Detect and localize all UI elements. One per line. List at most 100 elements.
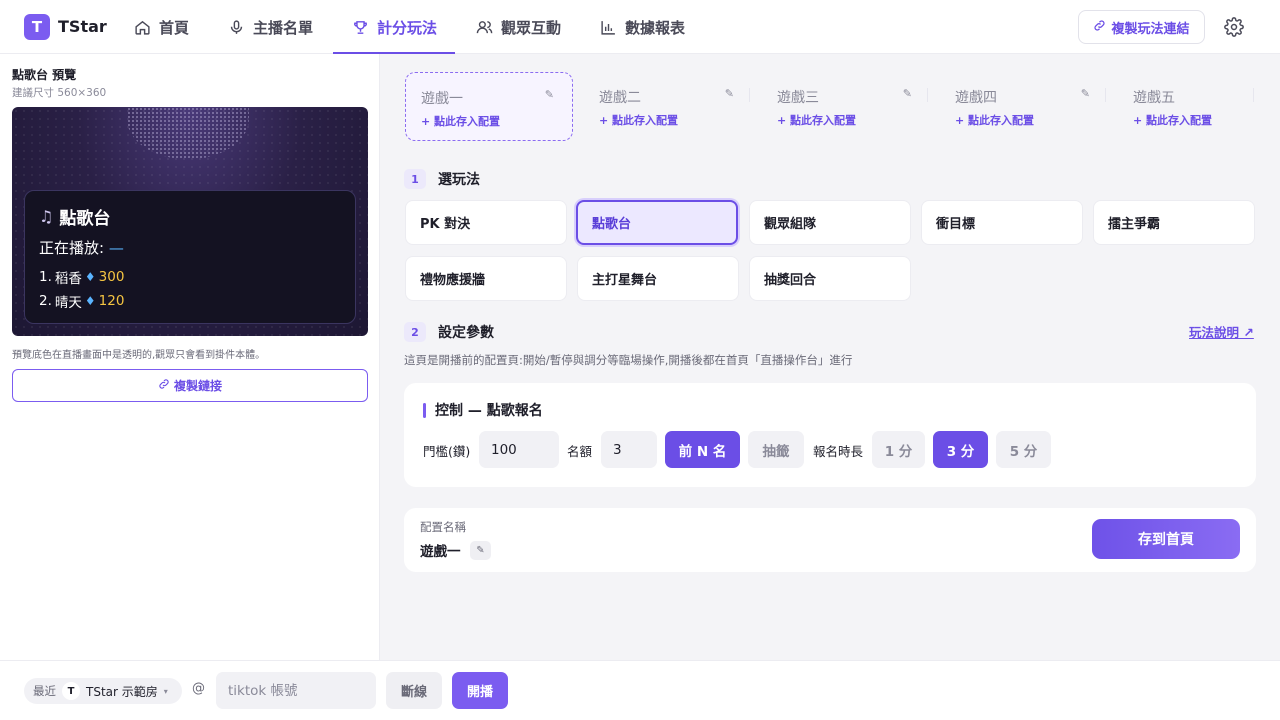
duration-5-button[interactable]: 5 分 (996, 431, 1051, 468)
link-icon (158, 378, 170, 393)
microphone-icon (227, 18, 245, 36)
duration-3-button[interactable]: 3 分 (933, 431, 988, 468)
app-logo[interactable]: T (24, 14, 50, 40)
duration-1-button[interactable]: 1 分 (872, 431, 925, 468)
duration-label: 報名時長 (813, 444, 864, 459)
nav-streamers-label: 主播名單 (253, 18, 314, 37)
mode-lottery[interactable]: 抽獎回合 (749, 256, 911, 301)
preview-title: 點歌台 預覽 (12, 68, 77, 82)
diamond-icon: ♦ (84, 294, 96, 308)
config-hint: 這頁是開播前的配置頁:開始/暫停與調分等臨場操作,開播後都在首頁「直播操作台」進… (404, 353, 853, 367)
pencil-icon[interactable]: ✎ (903, 87, 912, 100)
mode-king-of-hill[interactable]: 擂主爭霸 (1093, 200, 1255, 245)
copy-link-button[interactable]: 複製鏈接 (12, 369, 368, 402)
gear-icon[interactable] (1224, 17, 1244, 37)
nav-audience-label: 觀眾互動 (501, 18, 562, 37)
save-slot-3[interactable]: 遊戲三 ✎ + 點此存入配置 (762, 72, 930, 141)
at-icon: @ (192, 681, 205, 696)
bar-chart-icon (599, 18, 617, 36)
users-icon (475, 18, 493, 36)
go-live-button[interactable]: 開播 (452, 672, 508, 709)
now-playing: 正在播放: — (39, 237, 124, 258)
now-playing-value: — (108, 239, 124, 257)
mode-gift-wall[interactable]: 禮物應援牆 (405, 256, 567, 301)
widget-title: ♫ 點歌台 (39, 204, 110, 229)
queue-rank: 1. (39, 269, 52, 285)
room-name: TStar 示範房 (86, 684, 158, 699)
save-slot-2[interactable]: 遊戲二 ✎ + 點此存入配置 (584, 72, 752, 141)
step-number: 2 (404, 322, 426, 342)
mode-goal-rush[interactable]: 衝目標 (921, 200, 1083, 245)
save-to-home-button[interactable]: 存到首頁 (1092, 519, 1240, 559)
queue-gems: 300 (98, 269, 125, 285)
mode-audience-team[interactable]: 觀眾組隊 (749, 200, 911, 245)
chevron-down-icon: ▾ (163, 686, 168, 696)
config-content: 遊戲一 ✎ + 點此存入配置 遊戲二 ✎ + 點此存入配置 遊戲三 ✎ + 點此… (380, 54, 1280, 660)
queue-rank: 2. (39, 293, 52, 309)
control-title: 控制 — 點歌報名 (423, 400, 543, 420)
nav-streamers[interactable]: 主播名單 (227, 0, 313, 54)
config-name-label: 配置名稱 (420, 520, 466, 534)
tiktok-account-input[interactable] (216, 672, 376, 709)
nav-reports[interactable]: 數據報表 (599, 0, 685, 54)
play-guide-link[interactable]: 玩法說明 ↗ (1189, 322, 1254, 341)
nav-home-label: 首頁 (159, 18, 190, 37)
copy-play-link-button[interactable]: 複製玩法連結 (1078, 10, 1205, 44)
pencil-icon[interactable]: ✎ (1081, 87, 1090, 100)
copy-link-label: 複製鏈接 (173, 379, 222, 393)
recent-room-selector[interactable]: 最近 T TStar 示範房 ▾ (24, 678, 182, 704)
brand-name: TStar (58, 17, 107, 36)
slot-name: 遊戲五 (1133, 90, 1175, 106)
link-icon (1093, 19, 1106, 36)
nav-home[interactable]: 首頁 (133, 0, 189, 54)
mode-star-stage[interactable]: 主打星舞台 (577, 256, 739, 301)
bottom-bar: 最近 T TStar 示範房 ▾ @ 斷線 開播 (0, 660, 1280, 720)
pencil-icon[interactable]: ✎ (470, 541, 491, 560)
accent-bar (423, 402, 426, 418)
save-slot-4[interactable]: 遊戲四 ✎ + 點此存入配置 (940, 72, 1108, 141)
save-slot-5[interactable]: 遊戲五 + 點此存入配置 (1118, 72, 1258, 141)
mode-top-n-button[interactable]: 前 N 名 (665, 431, 740, 468)
widget-title-label: 點歌台 (59, 209, 111, 229)
slot-name: 遊戲二 (599, 90, 641, 106)
save-slot-1[interactable]: 遊戲一 ✎ + 點此存入配置 (405, 72, 573, 141)
slot-name: 遊戲一 (421, 91, 463, 107)
config-name-value: 遊戲一 (420, 544, 461, 560)
nav-scoring[interactable]: 計分玩法 (332, 0, 456, 54)
slot-divider (1253, 88, 1254, 102)
home-icon (133, 18, 151, 36)
slot-save-label: + 點此存入配置 (599, 114, 679, 127)
copy-play-link-label: 複製玩法連結 (1111, 21, 1190, 37)
queue-song: 晴天 (54, 295, 82, 311)
threshold-label: 門檻(鑽) (423, 444, 471, 459)
threshold-input[interactable]: 100 (479, 431, 559, 468)
slot-name: 遊戲四 (955, 90, 997, 106)
control-card: 控制 — 點歌報名 門檻(鑽) 100 名額 3 前 N 名 抽籤 報名時長 1… (404, 383, 1256, 487)
step-parameters: 2 設定參數 (404, 322, 494, 342)
pencil-icon[interactable]: ✎ (725, 87, 734, 100)
disconnect-button[interactable]: 斷線 (386, 672, 442, 709)
nav-audience[interactable]: 觀眾互動 (475, 0, 561, 54)
step-number: 1 (404, 169, 426, 189)
quota-label: 名額 (567, 444, 593, 459)
pencil-icon[interactable]: ✎ (545, 88, 554, 101)
slot-save-label: + 點此存入配置 (777, 114, 857, 127)
avatar: T (62, 682, 80, 700)
mode-song-request[interactable]: 點歌台 (576, 200, 738, 245)
music-note-icon: ♫ (39, 207, 54, 226)
queue-song: 稻香 (54, 271, 82, 287)
diamond-icon: ♦ (84, 270, 96, 284)
nav-reports-label: 數據報表 (625, 18, 686, 37)
mode-draw-button[interactable]: 抽籤 (748, 431, 804, 468)
slot-divider (1105, 88, 1106, 102)
control-title-label: 控制 — 點歌報名 (435, 403, 543, 419)
preview-size-hint: 建議尺寸 560×360 (12, 87, 107, 99)
slot-divider (749, 88, 750, 102)
step-choose-mode: 1 選玩法 (404, 169, 480, 189)
queue-gems: 120 (98, 293, 125, 309)
mode-pk[interactable]: PK 對決 (405, 200, 567, 245)
save-card: 配置名稱 遊戲一 ✎ 存到首頁 (404, 508, 1256, 572)
preview-note: 預覽底色在直播畫面中是透明的,觀眾只會看到掛件本體。 (12, 350, 266, 361)
quota-input[interactable]: 3 (601, 431, 657, 468)
queue-item: 2. 晴天 ♦ 120 (39, 291, 124, 311)
